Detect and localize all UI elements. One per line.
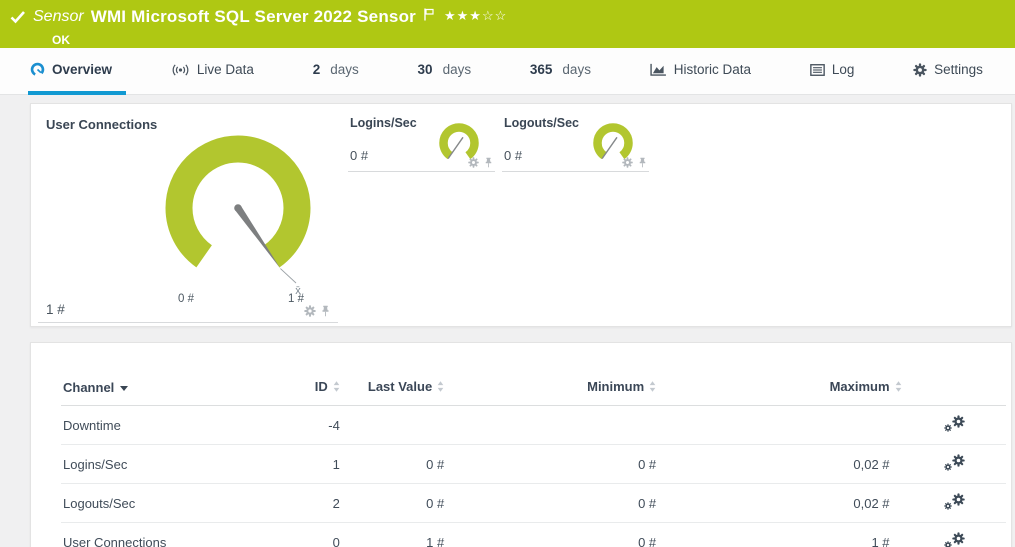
sort-icon	[895, 380, 902, 395]
channel-settings-gears-icon[interactable]	[944, 493, 965, 510]
sort-icon	[333, 380, 340, 395]
tab-label: Log	[832, 62, 855, 77]
table-row: Logins/Sec 1 0 # 0 # 0,02 #	[61, 445, 1006, 484]
column-header-maximum[interactable]: Maximum	[656, 373, 901, 406]
gauge-scale-max: 1 #	[276, 293, 316, 305]
tab-label: Live Data	[197, 62, 254, 77]
gear-icon[interactable]	[468, 157, 479, 168]
gauge-icon	[30, 62, 45, 77]
gauge-widget-logins-sec: Logins/Sec 0 #	[348, 110, 495, 172]
priority-stars[interactable]: ★★★☆☆	[444, 8, 507, 24]
gauge-widget-logouts-sec: Logouts/Sec 0 #	[502, 110, 649, 172]
gauge-current-value: 0 #	[350, 148, 368, 163]
ok-check-icon	[10, 10, 26, 24]
channel-name: Logouts/Sec	[61, 484, 298, 523]
column-header-id[interactable]: ID	[298, 373, 340, 406]
table-row: Downtime -4	[61, 406, 1006, 445]
channel-id: 2	[298, 484, 340, 523]
tab-settings[interactable]: Settings	[911, 48, 997, 95]
channel-settings-gears-icon[interactable]	[944, 415, 965, 432]
tab-label: days	[562, 62, 591, 77]
table-row: Logouts/Sec 2 0 # 0 # 0,02 #	[61, 484, 1006, 523]
user-connections-gauge: x̄	[138, 112, 338, 312]
gear-icon	[913, 63, 927, 77]
tab-log[interactable]: Log	[808, 48, 869, 95]
column-header-last-value[interactable]: Last Value	[340, 373, 444, 406]
gear-icon[interactable]	[304, 305, 316, 317]
channel-minimum: 0 #	[444, 445, 656, 484]
gauge-title: Logins/Sec	[350, 116, 417, 130]
channel-name: User Connections	[61, 523, 298, 547]
tab-number: 30	[418, 62, 433, 77]
log-list-icon	[810, 64, 825, 76]
channel-minimum: 0 #	[444, 523, 656, 547]
tab-365-days[interactable]: 365 days	[528, 48, 605, 95]
gauge-current-value: 1 #	[46, 302, 65, 317]
tab-live-data[interactable]: Live Data	[169, 48, 268, 95]
gauge-current-value: 0 #	[504, 148, 522, 163]
tab-label: Settings	[934, 62, 983, 77]
sensor-header: Sensor WMI Microsoft SQL Server 2022 Sen…	[0, 0, 1015, 48]
column-header-actions	[902, 373, 1006, 406]
channel-name: Downtime	[61, 406, 298, 445]
channel-name: Logins/Sec	[61, 445, 298, 484]
channel-settings-gears-icon[interactable]	[944, 532, 965, 547]
tab-overview[interactable]: Overview	[28, 48, 126, 95]
tab-number: 2	[313, 62, 321, 77]
status-badge: OK	[52, 33, 1015, 47]
sort-caret-icon	[120, 379, 128, 394]
tab-label: Overview	[52, 62, 112, 77]
tab-number: 365	[530, 62, 553, 77]
stars-filled: ★★★	[444, 8, 482, 23]
channel-maximum	[656, 406, 901, 445]
tab-historic-data[interactable]: Historic Data	[648, 48, 765, 95]
area-chart-icon	[650, 63, 667, 76]
channel-minimum: 0 #	[444, 484, 656, 523]
tab-label: days	[443, 62, 472, 77]
channel-settings-gears-icon[interactable]	[944, 454, 965, 471]
sort-icon	[437, 380, 444, 395]
object-type-label: Sensor	[33, 8, 84, 26]
pin-icon[interactable]	[321, 305, 330, 317]
channel-id: 1	[298, 445, 340, 484]
broadcast-icon	[171, 63, 190, 77]
tab-label: days	[330, 62, 359, 77]
tab-30-days[interactable]: 30 days	[416, 48, 486, 95]
sensor-tab-bar: Overview Live Data 2 days 30 days 365 da…	[0, 48, 1015, 95]
channels-panel: Channel ID Last Value Minimum Maximum Do…	[30, 342, 1012, 547]
gauge-title: Logouts/Sec	[504, 116, 579, 130]
stars-empty: ☆☆	[482, 8, 507, 23]
gauge-scale-min: 0 #	[166, 293, 206, 305]
sort-icon	[649, 380, 656, 395]
channel-last-value	[340, 406, 444, 445]
gauge-widget-user-connections: User Connections x̄ 0 # 1 # 1 #	[38, 110, 338, 323]
channel-last-value: 0 #	[340, 445, 444, 484]
tab-2-days[interactable]: 2 days	[311, 48, 373, 95]
channel-last-value: 1 #	[340, 523, 444, 547]
table-header-row: Channel ID Last Value Minimum Maximum	[61, 373, 1006, 406]
gear-icon[interactable]	[622, 157, 633, 168]
pin-icon[interactable]	[638, 157, 647, 168]
channel-last-value: 0 #	[340, 484, 444, 523]
channel-maximum: 0,02 #	[656, 484, 901, 523]
channel-id: 0	[298, 523, 340, 547]
pin-icon[interactable]	[484, 157, 493, 168]
channel-maximum: 1 #	[656, 523, 901, 547]
flag-icon[interactable]	[424, 8, 435, 21]
gauges-panel: User Connections x̄ 0 # 1 # 1 # Logins/S…	[30, 103, 1012, 327]
page-title: WMI Microsoft SQL Server 2022 Sensor	[91, 7, 416, 27]
column-header-minimum[interactable]: Minimum	[444, 373, 656, 406]
channel-maximum: 0,02 #	[656, 445, 901, 484]
column-header-channel[interactable]: Channel	[61, 373, 298, 406]
tab-label: Historic Data	[674, 62, 751, 77]
table-row: User Connections 0 1 # 0 # 1 #	[61, 523, 1006, 547]
channel-table: Channel ID Last Value Minimum Maximum Do…	[61, 373, 1006, 547]
channel-minimum	[444, 406, 656, 445]
channel-id: -4	[298, 406, 340, 445]
